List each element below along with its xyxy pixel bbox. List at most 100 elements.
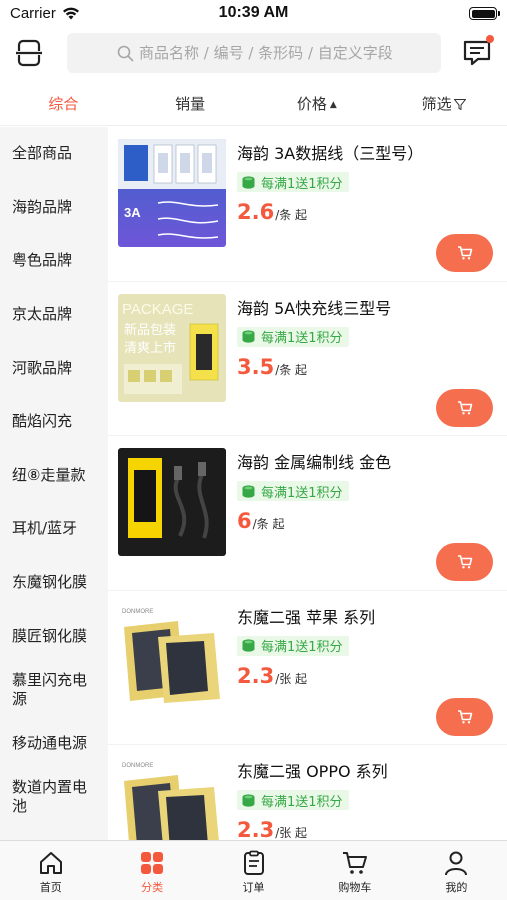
badge-text: 每满1送1积分 [261, 176, 343, 192]
tab-filter[interactable]: 筛选 [380, 82, 507, 125]
product-name[interactable]: 海韵 3A数据线（三型号） [237, 140, 423, 164]
points-badge: 每满1送1积分 [237, 790, 349, 810]
sidebar-item-yuese[interactable]: 粤色品牌 [0, 234, 108, 288]
price-unit: /张 起 [275, 671, 308, 686]
add-to-cart-button[interactable] [436, 388, 493, 427]
sidebar-item-dongmo[interactable]: 东魔钢化膜 [0, 556, 108, 610]
cart-icon [457, 709, 472, 723]
price-unit: /条 起 [275, 208, 308, 222]
search-input[interactable] [117, 44, 417, 62]
product-card[interactable]: PACKAGE 新品包装 清爽上市 海韵 5A快充线三型号 每满1送1积分 3.… [108, 282, 507, 436]
sidebar-item-kuyan[interactable]: 酷焰闪充 [0, 395, 108, 449]
product-price: 2.6 /条 起 [237, 200, 307, 224]
cart-icon [457, 400, 472, 414]
thumb-text: 清爽上市 [124, 340, 176, 356]
nav-home[interactable]: 首页 [0, 841, 101, 900]
product-name[interactable]: 东魔二强 苹果 系列 [237, 604, 375, 628]
points-badge: 每满1送1积分 [237, 635, 349, 656]
tab-comprehensive[interactable]: 综合 [0, 82, 127, 125]
sidebar-item-muli[interactable]: 慕里闪充电源 [0, 663, 96, 717]
sidebar-item-earphone[interactable]: 耳机/蓝牙 [0, 502, 108, 556]
product-card[interactable]: 3A 海韵 3A数据线（三型号） 每满1送1积分 2.6 /条 起 [108, 127, 507, 282]
status-bar: Carrier 10:39 AM [0, 0, 507, 28]
tab-label: 综合 [48, 95, 79, 113]
tab-price[interactable]: 价格 ▲ [254, 82, 381, 125]
nav-label: 订单 [242, 881, 265, 894]
nav-label: 购物车 [338, 881, 372, 894]
points-badge: 每满1送1积分 [237, 481, 349, 501]
sort-tabs: 综合 销量 价格 ▲ 筛选 [0, 82, 507, 126]
points-badge: 每满1送1积分 [237, 326, 349, 347]
usb-cable-package-blue-image[interactable]: 3A [118, 139, 226, 247]
tab-sales[interactable]: 销量 [127, 82, 254, 125]
price-unit: /条 起 [252, 517, 285, 531]
badge-text: 每满1送1积分 [261, 640, 343, 655]
coin-stack-icon [242, 793, 255, 807]
sidebar-item-mojiang[interactable]: 膜匠钢化膜 [0, 609, 108, 663]
thumb-text: PACKAGE [122, 301, 193, 318]
status-time: 10:39 AM [218, 4, 289, 21]
header [0, 30, 507, 76]
price-unit: /条 起 [275, 362, 308, 377]
product-price: 2.3 /张 起 [237, 818, 307, 840]
profile-icon [445, 851, 468, 876]
price-unit: /张 起 [275, 826, 308, 840]
tab-label: 价格 [296, 95, 327, 113]
nav-orders[interactable]: 订单 [203, 841, 304, 900]
thumb-brand: DONMORE [122, 763, 153, 769]
badge-text: 每满1送1积分 [261, 485, 343, 501]
tab-label: 筛选 [421, 95, 452, 113]
badge-text: 每满1送1积分 [261, 331, 343, 346]
product-list: 3A 海韵 3A数据线（三型号） 每满1送1积分 2.6 /条 起 PACKAG… [108, 127, 507, 840]
scan-button[interactable] [14, 38, 44, 68]
product-name[interactable]: 东魔二强 OPPO 系列 [237, 758, 388, 782]
usb-cable-package-yellow-image[interactable]: PACKAGE 新品包装 清爽上市 [118, 293, 226, 402]
add-to-cart-button[interactable] [436, 697, 493, 736]
category-sidebar: 全部商品 海韵品牌 粤色品牌 京太品牌 河歌品牌 酷焰闪充 纽⑧走量款 耳机/蓝… [0, 127, 108, 840]
nav-category[interactable]: 分类 [101, 841, 202, 900]
product-card[interactable]: 海韵 金属编制线 金色 每满1送1积分 6 /条 起 [108, 436, 507, 591]
thumb-brand: DONMORE [122, 609, 153, 615]
price-value: 3.5 [237, 354, 275, 379]
nav-cart[interactable]: 购物车 [304, 841, 405, 900]
sidebar-item-haiyun[interactable]: 海韵品牌 [0, 181, 108, 235]
coin-stack-icon [242, 175, 255, 189]
sidebar-item-shudao[interactable]: 数道内置电池 [0, 770, 96, 824]
thumb-text: 新品包装 [124, 322, 176, 338]
search-box[interactable] [67, 33, 441, 73]
nav-profile[interactable]: 我的 [406, 841, 507, 900]
sidebar-item-hege[interactable]: 河歌品牌 [0, 341, 108, 395]
braided-cable-black-box-image[interactable] [118, 448, 226, 556]
battery-icon [469, 7, 500, 20]
cart-icon [457, 555, 472, 569]
product-price: 6 /条 起 [237, 509, 284, 533]
product-card[interactable]: DONMORE 东魔二强 OPPO 系列 每满1送1积分 2.3 /张 起 [108, 745, 507, 840]
nav-label: 我的 [445, 881, 468, 894]
add-to-cart-button[interactable] [436, 543, 493, 581]
price-value: 2.6 [237, 200, 275, 224]
sidebar-item-niu[interactable]: 纽⑧走量款 [0, 449, 108, 503]
screen-protector-package-image[interactable]: DONMORE [118, 757, 226, 840]
price-value: 2.3 [237, 818, 275, 840]
badge-text: 每满1送1积分 [261, 794, 343, 810]
order-clipboard-icon [243, 850, 264, 875]
sidebar-item-jingtai[interactable]: 京太品牌 [0, 288, 108, 342]
message-button[interactable] [461, 35, 494, 68]
price-value: 6 [237, 509, 252, 533]
bottom-nav: 首页 分类 订单 购物车 我的 [0, 840, 507, 900]
points-badge: 每满1送1积分 [237, 172, 349, 192]
product-card[interactable]: DONMORE 东魔二强 苹果 系列 每满1送1积分 2.3 /张 起 [108, 591, 507, 745]
svg-text:3A: 3A [124, 205, 141, 220]
product-name[interactable]: 海韵 金属编制线 金色 [237, 449, 391, 473]
tab-label: 销量 [175, 95, 206, 113]
home-icon [39, 852, 62, 874]
product-price: 3.5 /条 起 [237, 355, 307, 379]
filter-icon [453, 99, 466, 110]
sidebar-item-all[interactable]: 全部商品 [0, 127, 108, 181]
product-name[interactable]: 海韵 5A快充线三型号 [237, 295, 391, 319]
add-to-cart-button[interactable] [436, 234, 493, 272]
shopping-cart-icon [342, 852, 367, 874]
sidebar-item-yidongtong[interactable]: 移动通电源 [0, 717, 108, 771]
screen-protector-package-image[interactable]: DONMORE [118, 602, 226, 711]
coin-stack-icon [242, 330, 255, 343]
